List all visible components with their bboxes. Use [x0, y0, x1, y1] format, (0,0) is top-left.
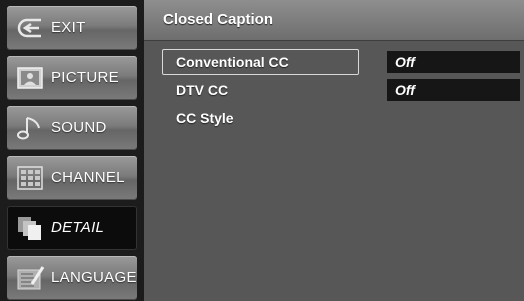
exit-arrow-icon	[15, 14, 45, 42]
menu-item-language[interactable]: LANGUAGE	[7, 256, 137, 300]
menu-item-label: LANGUAGE	[51, 269, 137, 286]
menu-item-label: EXIT	[51, 19, 86, 36]
menu-item-label: DETAIL	[51, 219, 105, 236]
menu-item-label: SOUND	[51, 119, 107, 136]
option-conventional-cc[interactable]: Conventional CC	[162, 49, 359, 75]
music-note-icon	[15, 114, 45, 142]
menu-item-detail[interactable]: DETAIL	[7, 206, 137, 250]
closed-caption-panel: Closed Caption Conventional CC Off DTV C…	[144, 0, 524, 301]
menu-item-label: PICTURE	[51, 69, 119, 86]
language-icon	[15, 264, 45, 292]
option-dtv-cc[interactable]: DTV CC	[162, 77, 359, 103]
option-list: Conventional CC Off DTV CC Off CC Style	[144, 41, 524, 301]
menu-item-label: CHANNEL	[51, 169, 125, 186]
option-cc-style[interactable]: CC Style	[162, 105, 359, 131]
option-row-cc-style: CC Style	[144, 105, 524, 131]
dtv-cc-value[interactable]: Off	[387, 79, 520, 101]
page-title: Closed Caption	[163, 11, 274, 28]
menu-item-sound[interactable]: SOUND	[7, 106, 137, 150]
channel-grid-icon	[15, 164, 45, 192]
option-row-conventional-cc: Conventional CC Off	[144, 49, 524, 75]
picture-icon	[15, 64, 45, 92]
panel-header: Closed Caption	[144, 0, 524, 41]
menu-item-picture[interactable]: PICTURE	[7, 56, 137, 100]
option-row-dtv-cc: DTV CC Off	[144, 77, 524, 103]
detail-pages-icon	[15, 214, 45, 242]
tv-menu-screen: EXIT PICTURE SOUND CHANNEL DETAIL LANGUA…	[0, 0, 524, 301]
menu-item-channel[interactable]: CHANNEL	[7, 156, 137, 200]
conventional-cc-value[interactable]: Off	[387, 51, 520, 73]
main-menu-sidebar: EXIT PICTURE SOUND CHANNEL DETAIL LANGUA…	[0, 0, 144, 301]
menu-item-exit[interactable]: EXIT	[7, 6, 137, 50]
